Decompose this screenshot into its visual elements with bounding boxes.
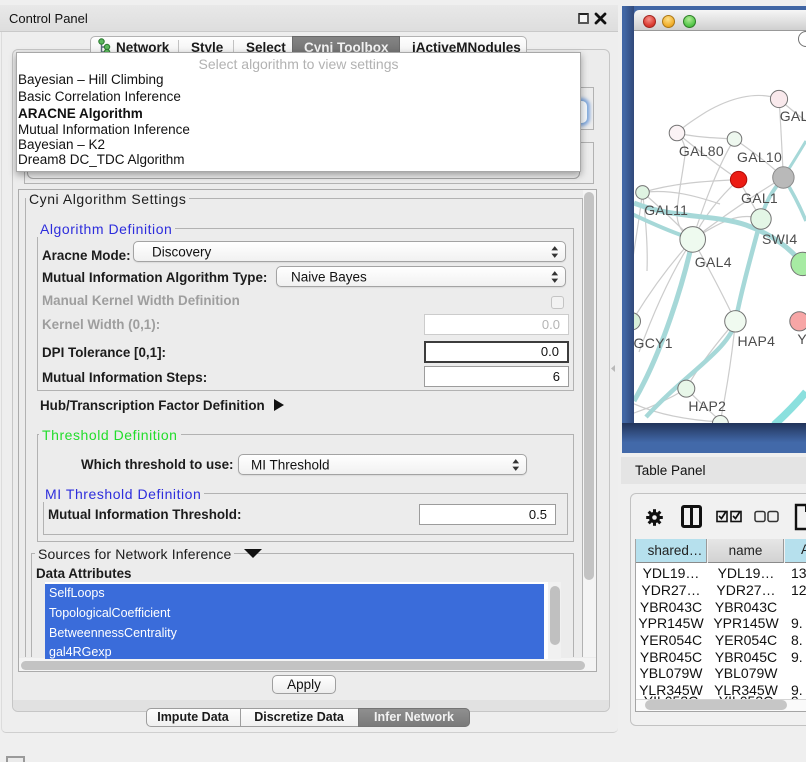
svg-text:Y: Y bbox=[797, 331, 806, 347]
svg-text:GCY1: GCY1 bbox=[634, 335, 673, 351]
svg-text:HAP4: HAP4 bbox=[738, 333, 776, 349]
svg-text:GAL4: GAL4 bbox=[695, 254, 732, 270]
svg-text:GAL10: GAL10 bbox=[737, 149, 782, 165]
svg-text:GAL1: GAL1 bbox=[741, 190, 778, 206]
svg-text:HAP2: HAP2 bbox=[688, 398, 726, 414]
svg-text:GAL11: GAL11 bbox=[644, 202, 688, 218]
svg-text:GAL: GAL bbox=[780, 108, 806, 124]
svg-text:SWI4: SWI4 bbox=[762, 231, 797, 247]
svg-text:GAL80: GAL80 bbox=[679, 143, 724, 159]
